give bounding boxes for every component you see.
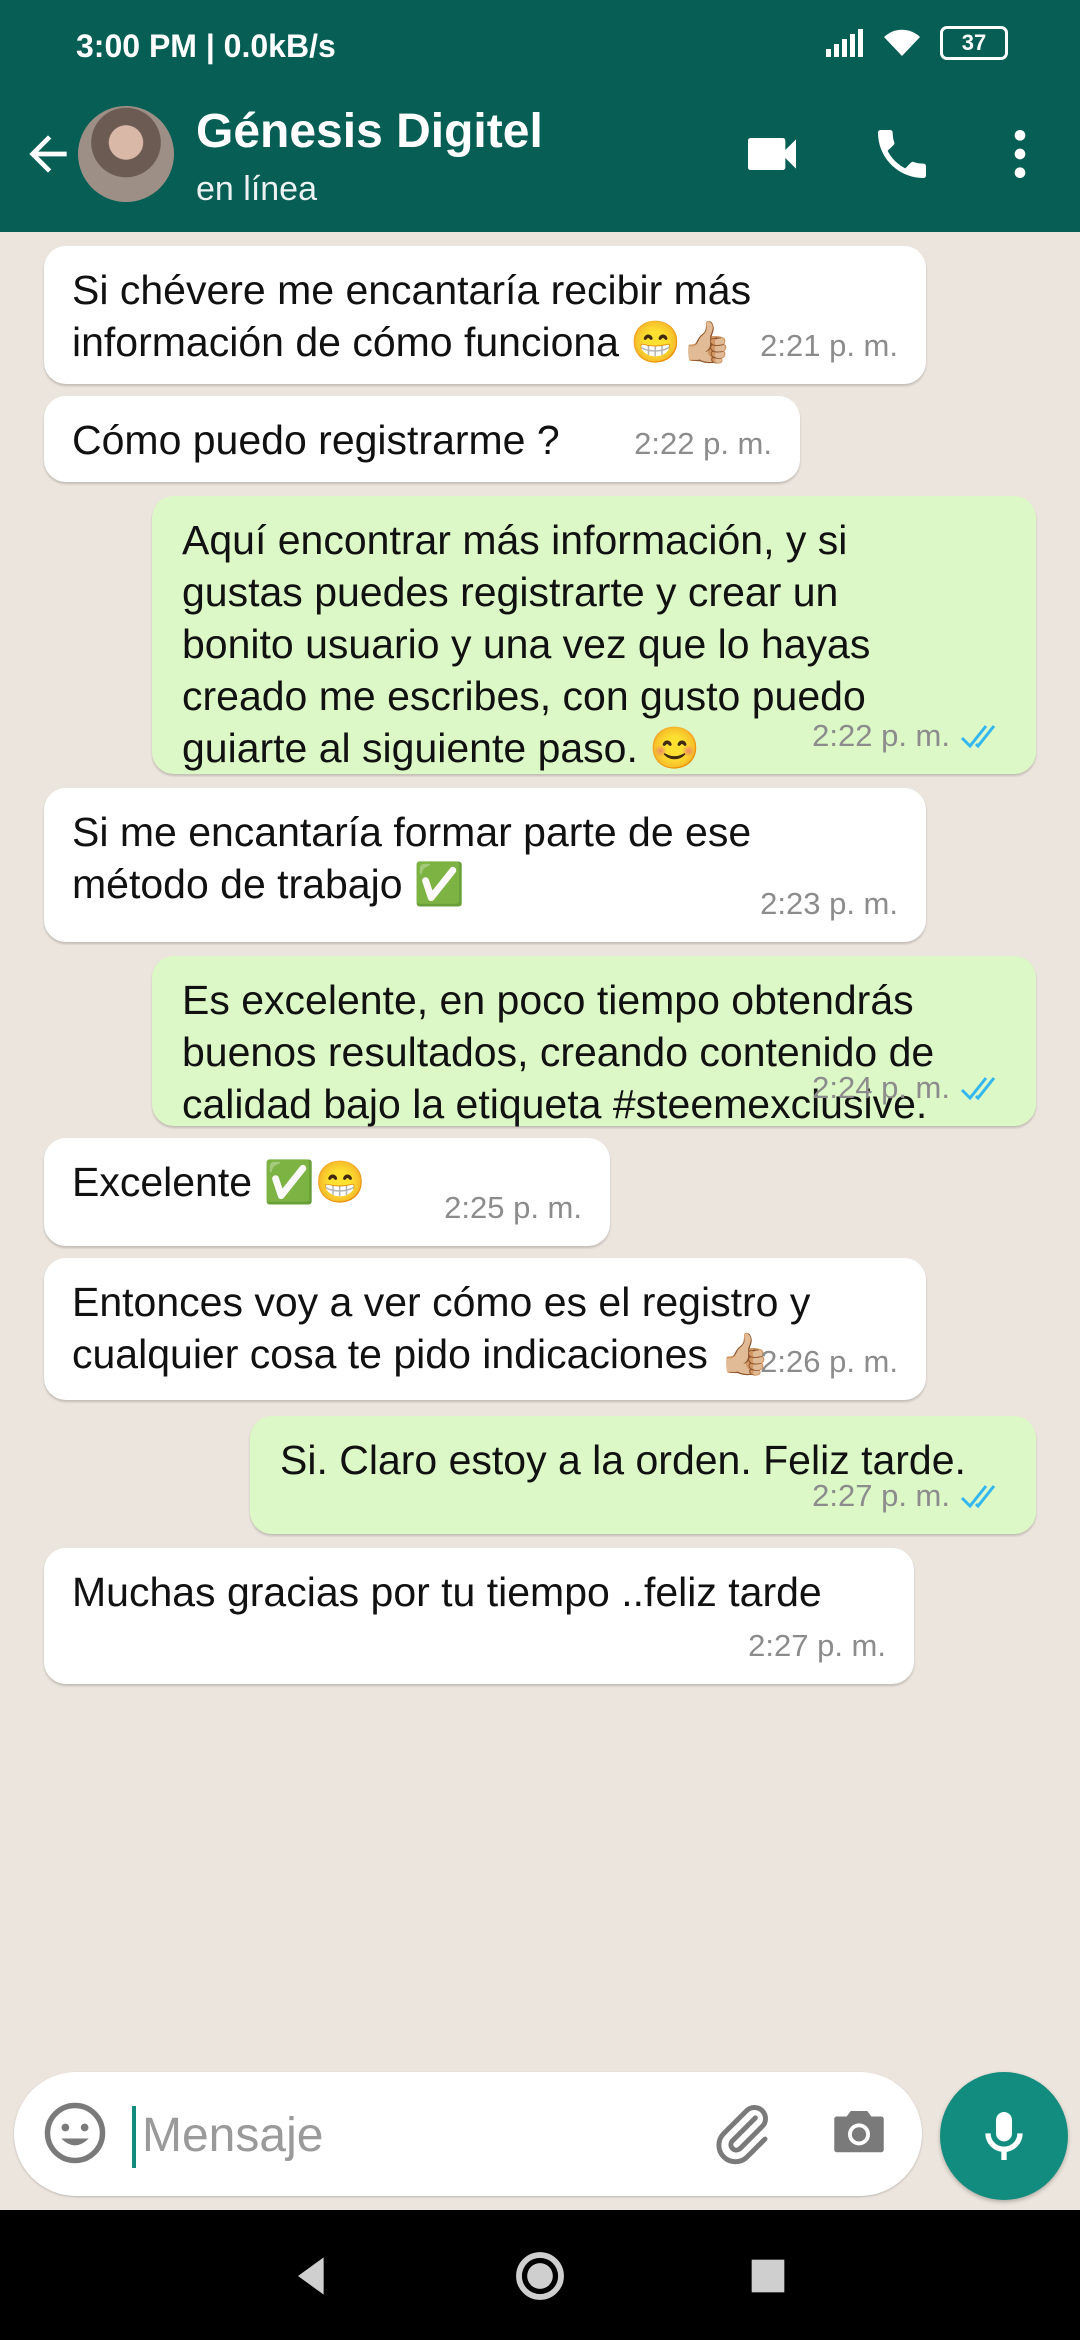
status-bar: 3:00 PM | 0.0kB/s 37 xyxy=(0,0,1080,78)
attach-icon[interactable] xyxy=(710,2100,776,2166)
status-time: 3:00 PM | 0.0kB/s xyxy=(76,28,336,64)
message-text: Excelente ✅😁 xyxy=(72,1159,366,1205)
message-text: Si me encantaría formar parte de ese mét… xyxy=(72,809,752,907)
message-time: 2:21 p. m. xyxy=(760,328,898,363)
voice-message-button[interactable] xyxy=(940,2072,1068,2200)
message-time: 2:24 p. m. xyxy=(812,1070,950,1105)
message-time: 2:23 p. m. xyxy=(760,886,898,921)
contact-presence: en línea xyxy=(196,170,317,208)
message-time: 2:22 p. m. xyxy=(812,718,950,753)
emoji-icon[interactable] xyxy=(42,2100,108,2166)
more-options-icon[interactable] xyxy=(988,122,1052,186)
message-time: 2:25 p. m. xyxy=(444,1190,582,1225)
system-navigation-bar xyxy=(0,2210,1080,2340)
message-time: 2:26 p. m. xyxy=(760,1344,898,1379)
voice-call-icon[interactable] xyxy=(870,122,934,186)
contact-name[interactable]: Génesis Digitel xyxy=(196,104,543,159)
message-text: Cómo puedo registrarme ? xyxy=(72,417,560,463)
message-time: 2:22 p. m. xyxy=(634,426,772,461)
message-outgoing[interactable]: Aquí encontrar más información, y si gus… xyxy=(152,496,1036,774)
message-composer: Mensaje xyxy=(14,2072,922,2196)
nav-home-icon[interactable] xyxy=(512,2248,568,2304)
message-outgoing[interactable]: Si. Claro estoy a la orden. Feliz tarde.… xyxy=(250,1416,1036,1534)
read-receipt-icon xyxy=(960,725,996,749)
message-time: 2:27 p. m. xyxy=(812,1478,950,1513)
microphone-icon xyxy=(985,2112,1023,2160)
message-incoming[interactable]: Excelente ✅😁 2:25 p. m. xyxy=(44,1138,610,1246)
battery-indicator: 37 xyxy=(940,26,1008,60)
message-incoming[interactable]: Cómo puedo registrarme ? 2:22 p. m. xyxy=(44,396,800,482)
message-text: Entonces voy a ver cómo es el registro y… xyxy=(72,1279,811,1377)
chat-messages[interactable]: Si chévere me encantaría recibir más inf… xyxy=(0,232,1080,2052)
back-arrow-icon[interactable] xyxy=(20,126,76,182)
contact-avatar[interactable] xyxy=(78,106,174,202)
camera-icon[interactable] xyxy=(826,2100,892,2166)
message-text: Aquí encontrar más información, y si gus… xyxy=(182,517,871,771)
signal-icon xyxy=(826,29,863,57)
wifi-icon xyxy=(884,29,920,56)
read-receipt-icon xyxy=(960,1077,996,1101)
chat-header: Génesis Digitel en línea xyxy=(0,78,1080,232)
message-text: Muchas gracias por tu tiempo ..feliz tar… xyxy=(72,1569,822,1615)
status-icons: 37 xyxy=(824,26,1008,60)
message-time: 2:27 p. m. xyxy=(748,1628,886,1663)
video-call-icon[interactable] xyxy=(740,122,804,186)
message-input[interactable]: Mensaje xyxy=(142,2108,323,2163)
message-incoming[interactable]: Entonces voy a ver cómo es el registro y… xyxy=(44,1258,926,1400)
message-incoming[interactable]: Si me encantaría formar parte de ese mét… xyxy=(44,788,926,942)
nav-back-icon[interactable] xyxy=(284,2248,340,2304)
read-receipt-icon xyxy=(960,1485,996,1509)
message-incoming[interactable]: Muchas gracias por tu tiempo ..feliz tar… xyxy=(44,1548,914,1684)
message-outgoing[interactable]: Es excelente, en poco tiempo obtendrás b… xyxy=(152,956,1036,1127)
nav-recents-icon[interactable] xyxy=(740,2248,796,2304)
text-cursor xyxy=(132,2106,136,2168)
message-incoming[interactable]: Si chévere me encantaría recibir más inf… xyxy=(44,246,926,384)
message-text: Si chévere me encantaría recibir más inf… xyxy=(72,267,752,365)
